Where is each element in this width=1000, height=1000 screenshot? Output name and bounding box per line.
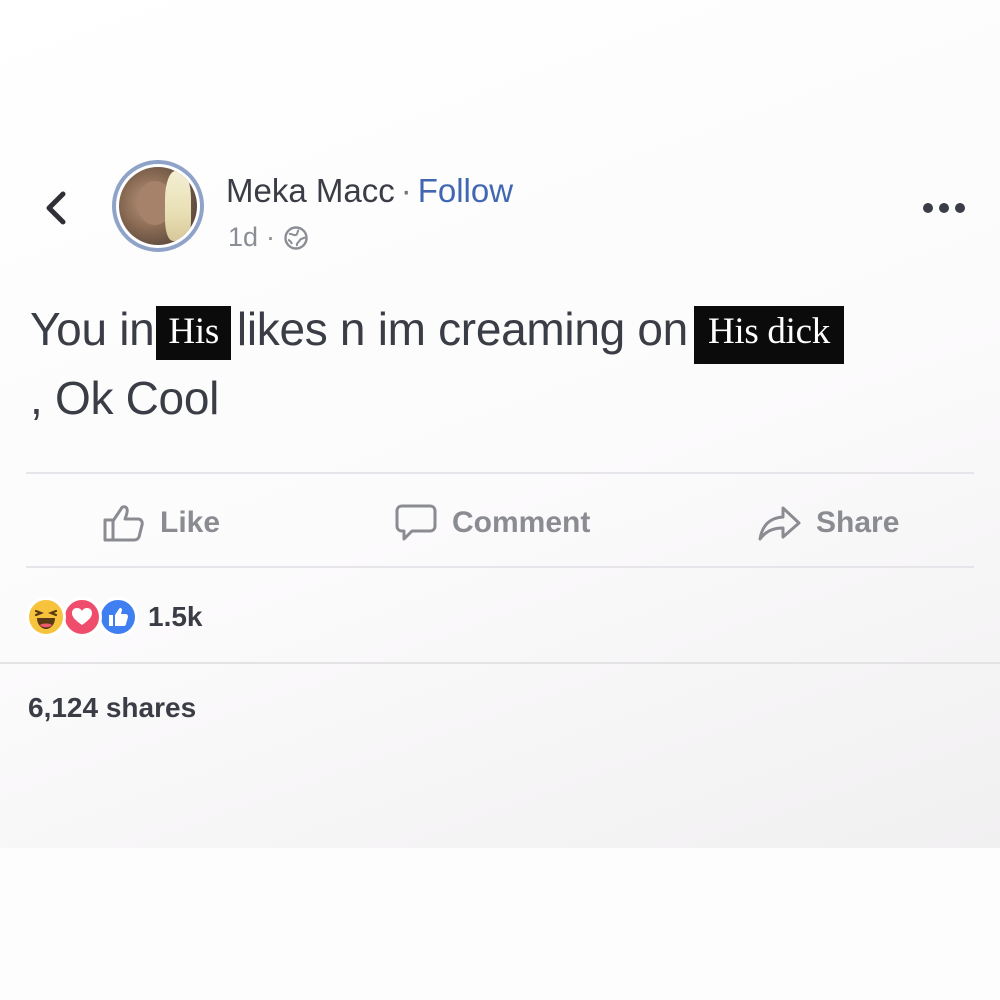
author-name[interactable]: Meka Macc xyxy=(226,172,395,209)
reaction-count: 1.5k xyxy=(148,601,203,632)
love-icon xyxy=(62,597,102,637)
redacted-box-2: His dick xyxy=(693,306,844,364)
haha-icon xyxy=(26,597,66,637)
more-options-button[interactable] xyxy=(916,194,972,222)
redacted-box-1: His xyxy=(156,306,231,360)
post-text-part-1: You in xyxy=(30,303,155,355)
post-card: Meka Macc · Follow 1d · You in His likes n i… xyxy=(0,0,1000,848)
follow-link[interactable]: Follow xyxy=(418,172,513,209)
like-button[interactable]: Like xyxy=(102,498,220,548)
chevron-left-icon xyxy=(46,191,66,225)
more-dots-icon xyxy=(923,203,965,213)
comment-button[interactable]: Comment xyxy=(394,498,590,548)
reactions-summary[interactable]: 1.5k xyxy=(26,592,203,642)
blank-area xyxy=(0,848,1000,1000)
avatar-photo xyxy=(119,167,197,245)
comment-icon xyxy=(395,504,437,541)
post-time: 1d xyxy=(228,222,259,252)
share-button[interactable]: Share xyxy=(756,498,899,548)
thumbs-up-icon xyxy=(103,505,144,542)
post-meta: 1d · xyxy=(228,222,309,253)
post-screenshot: Meka Macc · Follow 1d · You in His likes n i… xyxy=(0,0,1000,1000)
avatar-hair xyxy=(165,171,191,241)
share-icon xyxy=(758,506,801,541)
reaction-icons xyxy=(26,595,144,639)
comment-label: Comment xyxy=(452,506,591,539)
like-icon xyxy=(98,597,138,637)
divider-middle xyxy=(26,566,974,568)
post-text-part-3: , Ok Cool xyxy=(30,372,220,424)
post-text-part-2: likes n im creaming on xyxy=(236,303,688,355)
author-line: Meka Macc · Follow xyxy=(226,172,513,210)
divider-top xyxy=(26,472,974,474)
avatar[interactable] xyxy=(112,160,204,252)
back-button[interactable] xyxy=(36,186,76,230)
author-separator: · xyxy=(400,172,412,209)
post-text: You in His likes n im creaming on His dick,… xyxy=(30,295,990,432)
globe-icon xyxy=(283,225,309,251)
meta-separator: · xyxy=(266,222,276,252)
shares-count[interactable]: 6,124 shares xyxy=(28,692,196,724)
divider-bottom xyxy=(0,662,1000,664)
share-label: Share xyxy=(816,506,900,539)
like-label: Like xyxy=(160,506,221,539)
